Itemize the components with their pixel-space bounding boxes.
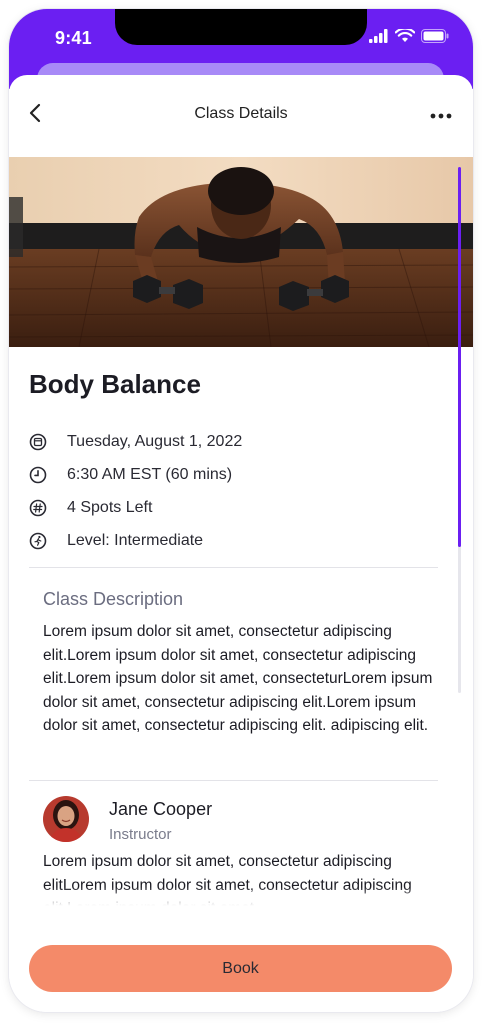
signal-icon	[369, 29, 389, 48]
running-icon	[29, 532, 47, 550]
description-heading: Class Description	[43, 589, 184, 609]
more-horizontal-icon	[430, 106, 452, 124]
page-title: Class Details	[194, 105, 288, 122]
class-hero-image	[9, 157, 473, 347]
battery-icon	[421, 29, 449, 48]
nav-header: Class Details	[9, 75, 473, 155]
class-name: Body Balance	[29, 369, 201, 399]
notch	[115, 9, 367, 45]
more-button[interactable]	[423, 103, 459, 127]
instructor-avatar[interactable]	[43, 796, 89, 842]
class-time: 6:30 AM EST (60 mins)	[29, 466, 232, 484]
description-text: Lorem ipsum dolor sit amet, consectetur …	[43, 623, 433, 734]
divider	[29, 567, 438, 568]
divider	[29, 780, 438, 781]
class-time-text: 6:30 AM EST (60 mins)	[67, 466, 233, 483]
class-details-sheet: Class Details Body Balance Tuesday, Augu…	[9, 75, 473, 1012]
clock-icon	[29, 466, 47, 484]
class-spots: 4 Spots Left	[29, 499, 152, 517]
scrollbar-thumb[interactable]	[458, 167, 461, 547]
book-button[interactable]: Book	[29, 945, 452, 992]
hash-icon	[29, 499, 47, 517]
class-level: Level: Intermediate	[29, 532, 203, 550]
instructor-role: Instructor	[109, 826, 172, 843]
scrollbar[interactable]	[458, 167, 461, 693]
status-icons	[369, 27, 449, 48]
wifi-icon	[394, 27, 416, 48]
calendar-icon	[29, 433, 47, 451]
status-time: 9:41	[55, 28, 92, 48]
phone-frame: 9:41 Class Details Body Balance Tuesday,…	[9, 9, 473, 1012]
class-date: Tuesday, August 1, 2022	[29, 433, 242, 451]
class-spots-text: 4 Spots Left	[67, 499, 153, 516]
class-content[interactable]: Body Balance Tuesday, August 1, 2022 6:3…	[9, 347, 473, 907]
class-date-text: Tuesday, August 1, 2022	[67, 433, 243, 450]
class-level-text: Level: Intermediate	[67, 532, 204, 549]
content-fade	[9, 887, 473, 907]
instructor-name: Jane Cooper	[109, 799, 213, 819]
